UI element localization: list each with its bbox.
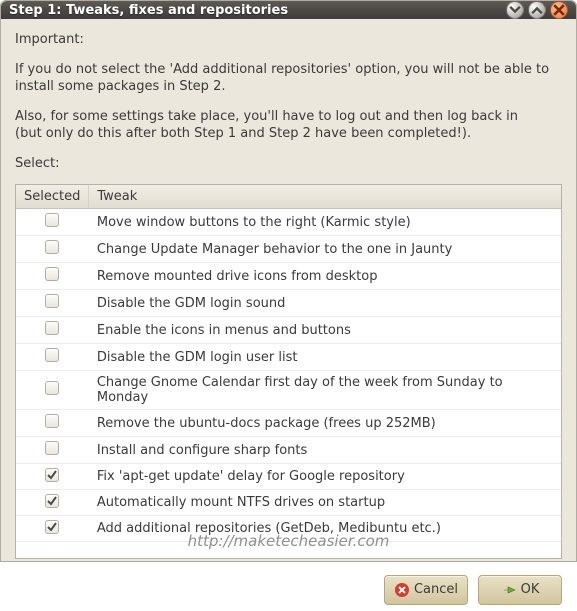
tweak-label: Remove mounted drive icons from desktop <box>89 263 561 290</box>
table-row[interactable]: Change Gnome Calendar first day of the w… <box>16 371 561 410</box>
tweak-label: Add additional repositories (GetDeb, Med… <box>89 516 561 542</box>
cancel-label: Cancel <box>414 582 458 597</box>
checkbox[interactable] <box>45 381 59 395</box>
table-row[interactable]: Change Update Manager behavior to the on… <box>16 236 561 263</box>
ok-button[interactable]: OK <box>478 575 562 605</box>
table-row[interactable]: Enable the icons in menus and buttons <box>16 317 561 344</box>
checkbox[interactable] <box>45 321 59 335</box>
content-area: Important: If you do not select the 'Add… <box>1 19 576 565</box>
intro-paragraph-1: If you do not select the 'Add additional… <box>15 61 562 96</box>
tweak-label: Enable the icons in menus and buttons <box>89 317 561 344</box>
checkbox[interactable] <box>45 213 59 227</box>
close-icon <box>551 2 567 18</box>
checkbox[interactable] <box>45 414 59 428</box>
cancel-button[interactable]: Cancel <box>384 575 468 605</box>
maximize-button[interactable] <box>528 1 546 19</box>
chevron-down-icon <box>507 2 523 18</box>
window-controls <box>506 1 568 19</box>
ok-icon <box>501 582 517 598</box>
table-row[interactable]: Remove mounted drive icons from desktop <box>16 263 561 290</box>
intro-paragraph-2b: (but only do this after both Step 1 and … <box>15 125 562 143</box>
tweak-label: Fix 'apt-get update' delay for Google re… <box>89 464 561 490</box>
table-row[interactable]: Remove the ubuntu-docs package (frees up… <box>16 410 561 437</box>
important-label: Important: <box>15 31 562 49</box>
window: Step 1: Tweaks, fixes and repositories I… <box>0 0 577 562</box>
tweak-label: Remove the ubuntu-docs package (frees up… <box>89 410 561 437</box>
checkbox[interactable] <box>45 468 59 482</box>
ok-label: OK <box>521 582 540 597</box>
table-row[interactable]: Fix 'apt-get update' delay for Google re… <box>16 464 561 490</box>
tweak-label: Disable the GDM login user list <box>89 344 561 371</box>
window-title: Step 1: Tweaks, fixes and repositories <box>9 3 506 18</box>
check-icon <box>46 495 58 507</box>
column-header-selected[interactable]: Selected <box>16 185 89 209</box>
minimize-button[interactable] <box>506 1 524 19</box>
tweak-label: Automatically mount NTFS drives on start… <box>89 490 561 516</box>
tweak-label: Disable the GDM login sound <box>89 290 561 317</box>
table-row[interactable]: Move window buttons to the right (Karmic… <box>16 209 561 236</box>
titlebar[interactable]: Step 1: Tweaks, fixes and repositories <box>1 1 576 19</box>
checkbox[interactable] <box>45 441 59 455</box>
table-row[interactable]: Disable the GDM login sound <box>16 290 561 317</box>
table-row[interactable]: Add additional repositories (GetDeb, Med… <box>16 516 561 542</box>
select-label: Select: <box>15 155 562 173</box>
column-header-tweak[interactable]: Tweak <box>89 185 561 209</box>
close-button[interactable] <box>550 1 568 19</box>
table-row[interactable]: Automatically mount NTFS drives on start… <box>16 490 561 516</box>
tweak-label: Install and configure sharp fonts <box>89 437 561 464</box>
checkbox[interactable] <box>45 494 59 508</box>
table-row[interactable]: Disable the GDM login user list <box>16 344 561 371</box>
checkbox[interactable] <box>45 348 59 362</box>
checkbox[interactable] <box>45 240 59 254</box>
check-icon <box>46 521 58 533</box>
tweak-label: Move window buttons to the right (Karmic… <box>89 209 561 236</box>
tweak-label: Change Update Manager behavior to the on… <box>89 236 561 263</box>
checkbox[interactable] <box>45 520 59 534</box>
check-icon <box>46 469 58 481</box>
tweak-label: Change Gnome Calendar first day of the w… <box>89 371 561 410</box>
cancel-icon <box>394 582 410 598</box>
checkbox[interactable] <box>45 294 59 308</box>
dialog-buttons: Cancel OK <box>1 565 576 611</box>
checkbox[interactable] <box>45 267 59 281</box>
intro-paragraph-2a: Also, for some settings take place, you'… <box>15 108 562 126</box>
table-row[interactable]: Install and configure sharp fonts <box>16 437 561 464</box>
intro-text: Important: If you do not select the 'Add… <box>15 31 562 184</box>
tweaks-table: Selected Tweak Move window buttons to th… <box>15 184 562 559</box>
chevron-up-icon <box>529 2 545 18</box>
